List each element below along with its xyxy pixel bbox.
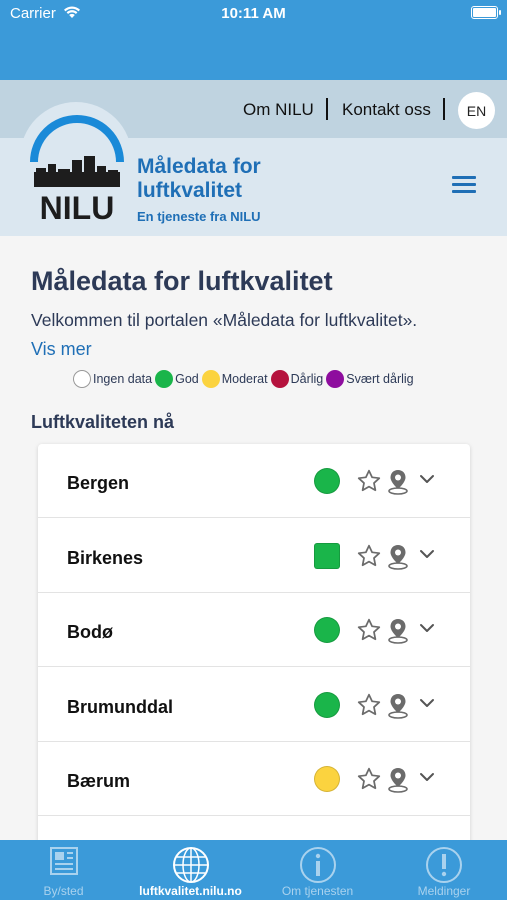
chevron-down-icon[interactable] [418,770,436,784]
location-name: Brumunddal [67,696,173,717]
clock: 10:11 AM [221,5,286,22]
poor-dot [270,370,289,388]
favorite-star-icon[interactable] [356,543,382,569]
favorite-star-icon[interactable] [356,617,382,643]
chevron-down-icon[interactable] [418,547,436,561]
map-pin-icon[interactable] [386,692,410,720]
location-name: Birkenes [67,547,144,568]
divider [443,98,445,120]
tab-label: Meldinger [417,884,471,898]
tab-label: By/sted [43,884,84,898]
air-quality-status-indicator [314,691,340,718]
intro-text: Velkommen til portalen «Måledata for luf… [31,310,418,330]
nilu-logo[interactable]: NILU [26,112,128,224]
legend-label: Ingen data [93,372,153,386]
legend-item-very-poor: Svært dårlig [326,370,414,388]
location-name: Bergen [67,473,130,493]
legend-label: Dårlig [290,372,324,386]
legend-label: Moderat [221,372,268,386]
map-pin-icon[interactable] [386,617,410,645]
menu-icon[interactable] [452,176,476,194]
chevron-down-icon[interactable] [418,696,436,710]
battery-icon [471,6,501,19]
favorite-star-icon[interactable] [356,692,382,718]
contact-link[interactable]: Kontakt oss [342,100,431,120]
language-button[interactable]: EN [458,92,495,129]
tab-label: Om tjenesten [281,884,354,898]
map-pin-icon[interactable] [386,468,410,496]
brand-title: Måledata for luftkvalitet [137,155,261,202]
about-link[interactable]: Om NILU [243,100,314,120]
tab-meldinger[interactable]: Meldinger [381,840,507,900]
section-title: Luftkvaliteten nå [31,412,175,432]
location-row[interactable]: Bærum [38,742,470,816]
location-name: Bærum [67,771,131,791]
location-row[interactable]: Bergen [38,444,470,518]
no-data-dot [73,370,91,388]
air-quality-status-indicator [314,468,340,494]
chevron-down-icon[interactable] [418,621,436,635]
divider [326,98,328,120]
newspaper-icon [49,847,78,875]
good-dot [155,370,174,388]
tab-label: luftkvalitet.nilu.no [139,884,242,898]
location-row[interactable]: Bodø [38,593,470,667]
chevron-down-icon[interactable] [418,472,436,486]
tab-luftkvalitet[interactable]: luftkvalitet.nilu.no [127,840,254,900]
legend-label: Svært dårlig [346,372,414,386]
tab-bar: By/sted luftkvalitet.nilu.no Om tjeneste… [0,840,507,900]
location-row[interactable]: Birkenes [38,519,470,593]
tab-by-sted[interactable]: By/sted [0,840,127,900]
brand-subtitle: En tjeneste fra NILU [137,209,261,224]
legend-item-moderate: Moderat [201,370,268,388]
favorite-star-icon[interactable] [356,766,382,792]
legend-item-good: God [155,370,199,388]
legend-item-no-data: Ingen data [73,370,152,388]
status-bar: Carrier 10:11 AM [0,0,507,80]
location-name: Bodø [67,622,113,642]
very-poor-dot [326,370,345,388]
alert-icon [426,847,462,883]
logo-text: NILU [40,190,115,224]
location-row[interactable]: Brumunddal [38,668,470,742]
legend-item-poor: Dårlig [270,370,324,388]
air-quality-status-indicator [314,542,340,569]
read-more-link[interactable]: Vis mer [31,339,92,360]
globe-icon [172,847,209,883]
tab-om-tjenesten[interactable]: Om tjenesten [254,840,381,900]
legend: Ingen data God Moderat Dårlig Svært dårl… [73,369,417,389]
info-icon [299,847,336,883]
moderate-dot [201,370,220,388]
map-pin-icon[interactable] [386,543,410,571]
legend-label: God [175,372,199,386]
page-title: Måledata for luftkvalitet [31,266,333,296]
air-quality-status-indicator [314,766,340,792]
map-pin-icon[interactable] [386,766,410,794]
location-list: Bergen Birkenes Bodø Brumunddal Bærum [38,444,470,844]
air-quality-status-indicator [314,617,340,643]
favorite-star-icon[interactable] [356,468,382,494]
